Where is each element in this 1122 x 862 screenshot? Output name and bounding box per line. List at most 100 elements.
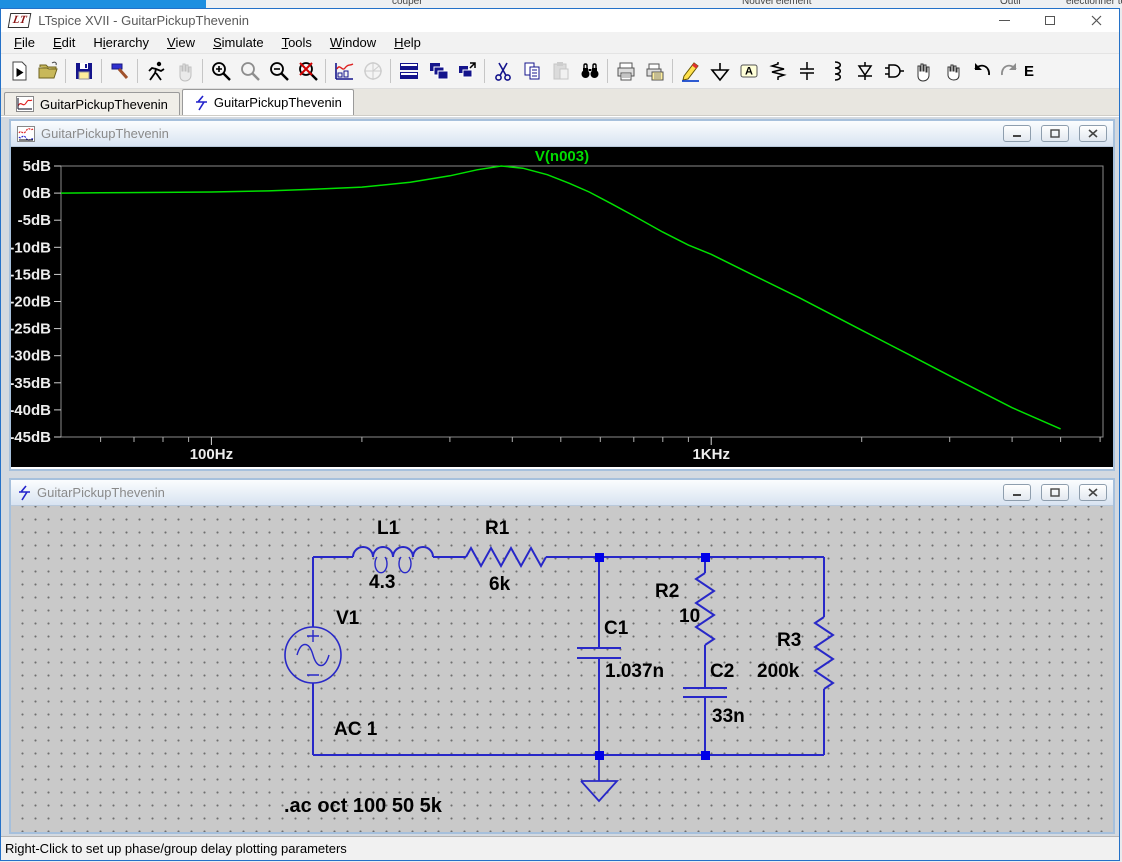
save-button[interactable]: [69, 57, 98, 86]
zoom-in-button[interactable]: [206, 57, 235, 86]
menu-item-view[interactable]: View: [158, 32, 204, 53]
halt-button[interactable]: [170, 57, 199, 86]
cascade-windows-button[interactable]: [423, 57, 452, 86]
new-schematic-button[interactable]: [4, 57, 33, 86]
component-ref-R1[interactable]: R1: [485, 518, 509, 540]
find-button[interactable]: [575, 57, 604, 86]
component-ref-L1[interactable]: L1: [377, 518, 399, 540]
menu-item-file[interactable]: File: [5, 32, 44, 53]
menu-item-hierarchy[interactable]: Hierarchy: [84, 32, 158, 53]
diode-icon: [857, 62, 872, 80]
place-capacitor-button[interactable]: [792, 57, 821, 86]
minimize-button[interactable]: [981, 9, 1027, 32]
waveform-window: GuitarPickupThevenin 5dB 0dB -5dB -10dB -15d…: [9, 119, 1115, 471]
menu-item-window[interactable]: Window: [321, 32, 385, 53]
schematic-minimize-button[interactable]: [1003, 484, 1031, 501]
cascade-windows-arrow-button[interactable]: [452, 57, 481, 86]
run-button[interactable]: [141, 57, 170, 86]
place-inductor-button[interactable]: [821, 57, 850, 86]
print-preview-button[interactable]: [640, 57, 669, 86]
save-icon: [75, 63, 92, 80]
background-text-fragment: couper: [392, 0, 423, 7]
resistor-R1-symbol[interactable]: [465, 545, 547, 569]
schematic-window-titlebar[interactable]: GuitarPickupThevenin: [11, 480, 1113, 506]
minimize-icon: [998, 20, 1010, 21]
schematic-close-button[interactable]: [1079, 484, 1107, 501]
component-value-R3[interactable]: 200k: [757, 661, 799, 683]
close-icon: [1091, 15, 1101, 26]
ground-symbol[interactable]: [580, 755, 620, 803]
component-value-C2[interactable]: 33n: [712, 706, 745, 728]
trace-legend[interactable]: V(n003): [11, 148, 1113, 165]
bode-magnitude-plot[interactable]: 5dB0dB-5dB-10dB-15dB-20dB-25dB-30dB-35dB…: [11, 147, 1113, 467]
menubar: File Edit Hierarchy View Simulate Tools Window…: [1, 32, 1119, 54]
component-value-R2[interactable]: 10: [679, 606, 700, 628]
component-ref-V1[interactable]: V1: [336, 608, 359, 630]
tab-schematic[interactable]: GuitarPickupThevenin: [181, 89, 354, 115]
place-diode-button[interactable]: [850, 57, 879, 86]
plot-border: [60, 165, 1104, 438]
component-value-C1[interactable]: 1.037n: [605, 661, 664, 683]
mdi-area: GuitarPickupThevenin 5dB 0dB -5dB -10dB -15d…: [1, 117, 1119, 836]
menu-item-simulate[interactable]: Simulate: [204, 32, 273, 53]
tab-waveform[interactable]: GuitarPickupThevenin: [4, 92, 180, 115]
resistor-R3-symbol[interactable]: [813, 616, 835, 690]
zoom-out-button[interactable]: [264, 57, 293, 86]
tile-windows-button[interactable]: [394, 57, 423, 86]
component-ref-C1[interactable]: C1: [604, 618, 628, 640]
menu-item-tools[interactable]: Tools: [273, 32, 321, 53]
schematic-restore-button[interactable]: [1041, 484, 1069, 501]
component-value-L1[interactable]: 4.3: [369, 572, 395, 594]
place-component-button[interactable]: [879, 57, 908, 86]
move-button[interactable]: [908, 57, 937, 86]
inductor-L1-symbol[interactable]: [352, 546, 434, 558]
paste-button[interactable]: [546, 57, 575, 86]
ltspice-logo-icon: LT: [7, 13, 32, 28]
clipped-toolbar-button[interactable]: E: [1024, 63, 1034, 80]
zoom-full-extents-button[interactable]: [293, 57, 322, 86]
component-value-V1[interactable]: AC 1: [334, 719, 377, 741]
place-ground-button[interactable]: [705, 57, 734, 86]
close-button[interactable]: [1073, 9, 1119, 32]
schematic-canvas[interactable]: L1 4.3 R1 6k V1 AC 1 C1 1.037n R2 10 C2 …: [11, 506, 1113, 832]
waveform-close-button[interactable]: [1079, 125, 1107, 142]
waveform-restore-button[interactable]: [1041, 125, 1069, 142]
spice-directive[interactable]: .ac oct 100 50 5k: [284, 795, 442, 817]
open-button[interactable]: [33, 57, 62, 86]
y-axis-tick-label: 0dB: [23, 185, 52, 202]
component-ref-C2[interactable]: C2: [710, 661, 734, 683]
paste-icon: [553, 62, 568, 80]
autorange-y-axis-button[interactable]: [329, 57, 358, 86]
zoom-back-button[interactable]: [235, 57, 264, 86]
waveform-plot-pane[interactable]: 5dB 0dB -5dB -10dB -15dB -20dB -25dB -30dB -35dB…: [11, 147, 1113, 467]
component-ref-R3[interactable]: R3: [777, 630, 801, 652]
copy-icon: [524, 62, 539, 80]
capacitor-C1-symbol[interactable]: [577, 647, 621, 659]
x-axis-tick-label: 100Hz: [190, 446, 233, 463]
undo-button[interactable]: [966, 57, 995, 86]
cut-button[interactable]: [488, 57, 517, 86]
cascade-windows-arrow-icon: [458, 62, 476, 78]
waveform-window-titlebar[interactable]: GuitarPickupThevenin: [11, 121, 1113, 147]
redo-button[interactable]: [995, 57, 1024, 86]
capacitor-C2-symbol[interactable]: [683, 687, 727, 698]
maximize-icon: [1045, 16, 1055, 25]
menu-item-edit[interactable]: Edit: [44, 32, 84, 53]
toolbar-separator: [101, 59, 102, 83]
schematic-window-title: GuitarPickupThevenin: [37, 485, 165, 500]
y-axis-tick-label: -10dB: [11, 239, 51, 256]
print-button[interactable]: [611, 57, 640, 86]
copy-button[interactable]: [517, 57, 546, 86]
component-ref-R2[interactable]: R2: [655, 581, 679, 603]
place-resistor-button[interactable]: [763, 57, 792, 86]
menu-item-help[interactable]: Help: [385, 32, 430, 53]
draw-wire-button[interactable]: [676, 57, 705, 86]
waveform-minimize-button[interactable]: [1003, 125, 1031, 142]
control-panel-button[interactable]: [105, 57, 134, 86]
maximize-button[interactable]: [1027, 9, 1073, 32]
component-value-R1[interactable]: 6k: [489, 574, 510, 596]
drag-button[interactable]: [937, 57, 966, 86]
plot-settings-button[interactable]: [358, 57, 387, 86]
place-net-label-button[interactable]: A: [734, 57, 763, 86]
trace-v-n003[interactable]: [60, 165, 1061, 430]
